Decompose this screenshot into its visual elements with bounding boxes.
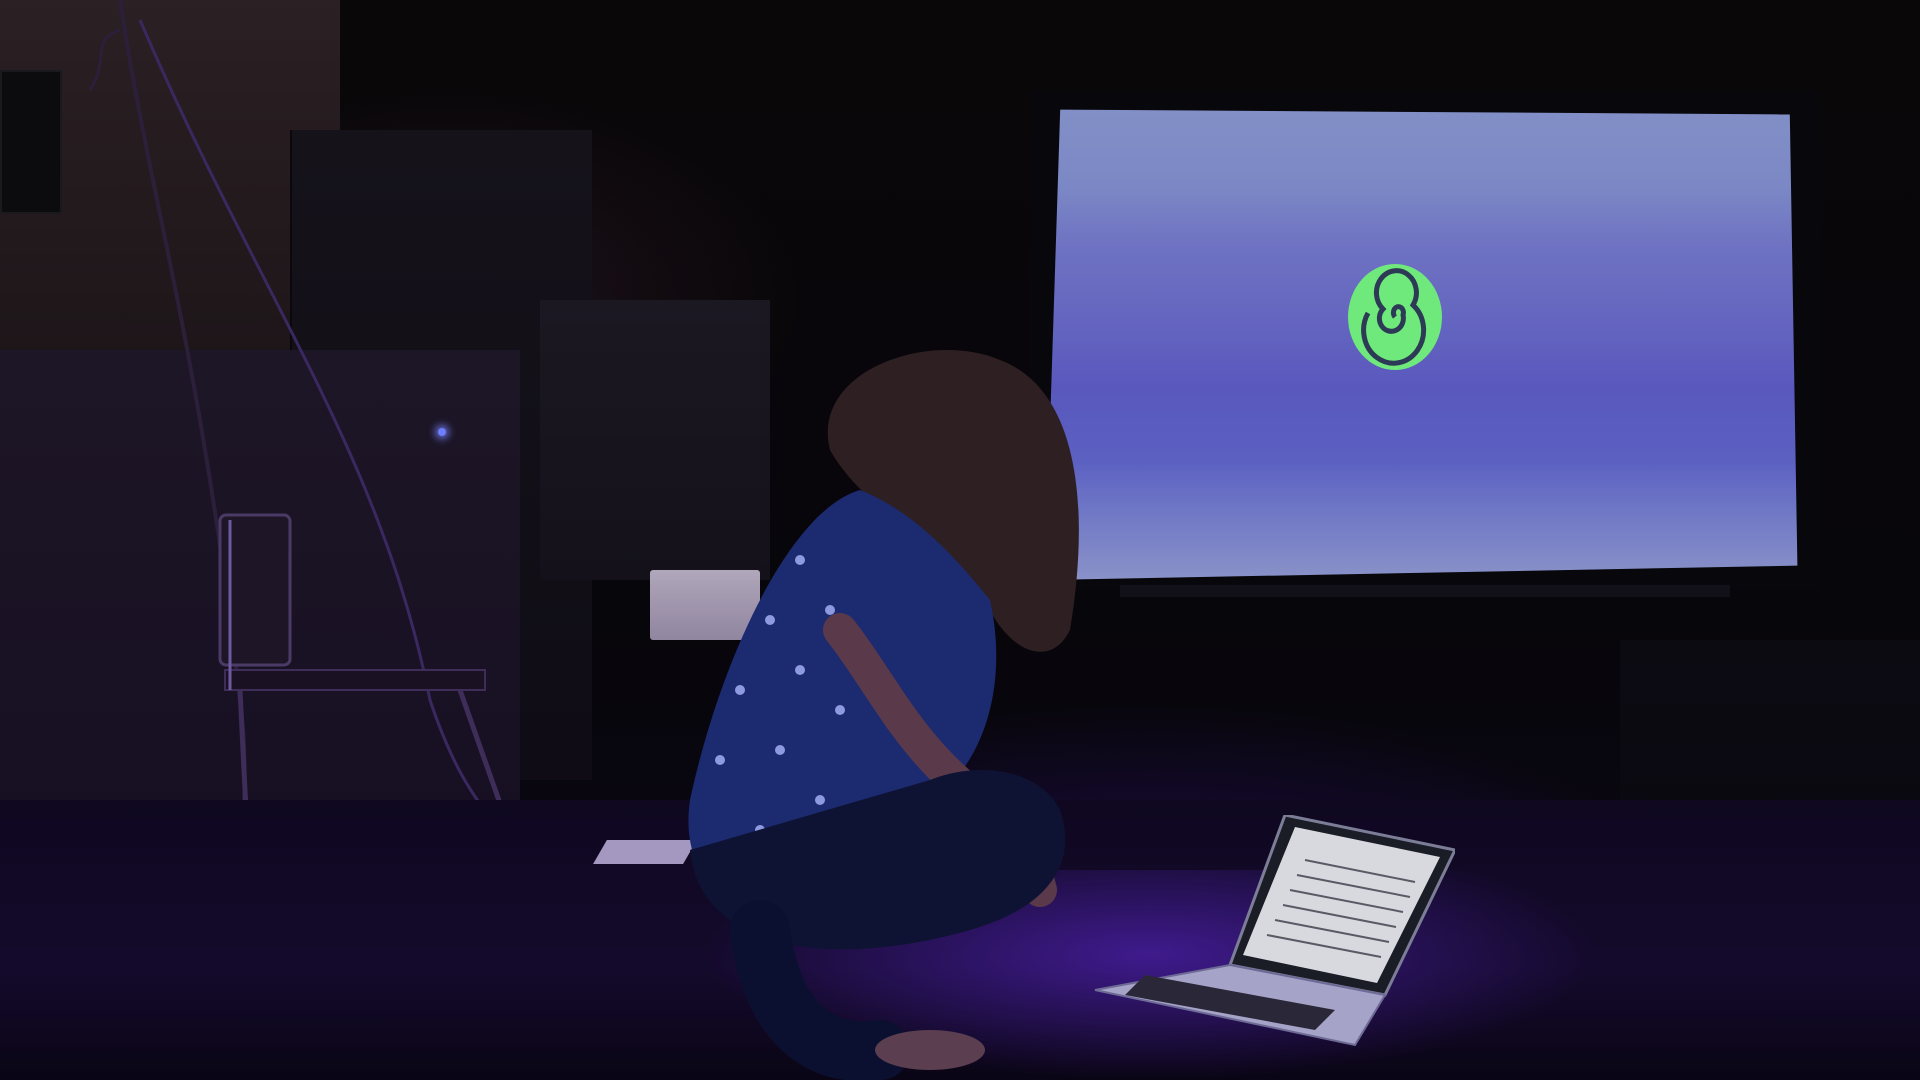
performance-scene: [0, 0, 1920, 1080]
screen-stand: [1120, 585, 1730, 597]
spiral-icon: [1348, 264, 1442, 370]
performer: [688, 350, 1079, 1080]
laptop: [1094, 815, 1455, 1047]
